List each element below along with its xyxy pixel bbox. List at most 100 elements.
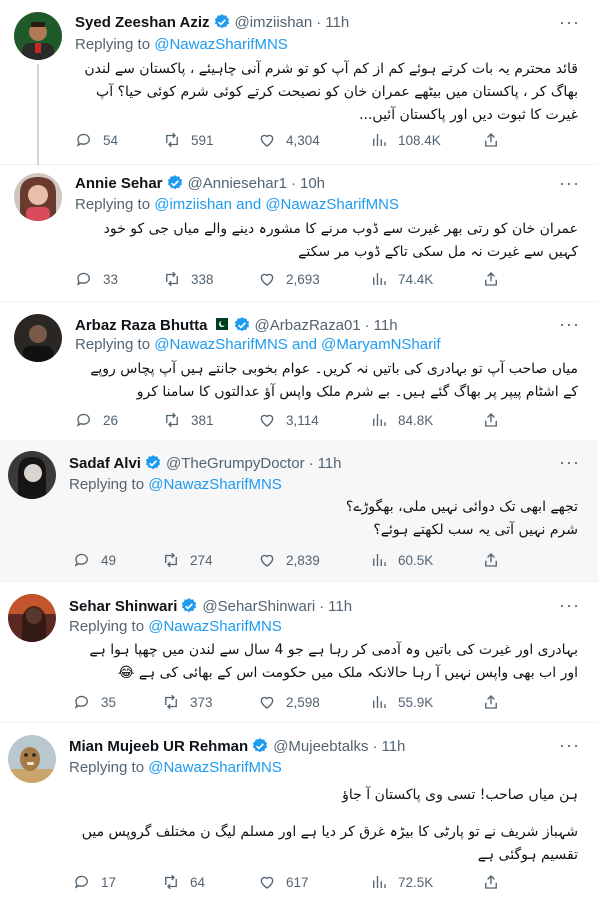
tweet-text: میاں صاحب آپ تو بہادری کی باتیں نہ کریں۔… [90, 361, 578, 400]
share-button[interactable] [482, 411, 510, 429]
mention-link[interactable]: @imziishan and @NawazSharifMNS [154, 196, 399, 213]
more-options-icon[interactable]: ··· [559, 735, 580, 756]
share-button[interactable] [482, 270, 510, 288]
avatar[interactable] [14, 314, 62, 362]
avatar[interactable] [8, 451, 56, 499]
retweet-button[interactable]: 373 [162, 693, 213, 711]
more-options-icon[interactable]: ··· [559, 314, 580, 335]
like-button[interactable]: 617 [258, 873, 309, 891]
retweet-button[interactable]: 64 [162, 873, 205, 891]
views-button[interactable]: 72.5K [370, 873, 433, 891]
tweet-arbaz-raza-bhutta[interactable]: Arbaz Raza Bhutta @ArbazRaza01 · 11h ···… [0, 302, 598, 441]
display-name[interactable]: Arbaz Raza Bhutta [75, 317, 208, 334]
speech-bubble-icon [74, 695, 88, 709]
more-options-icon[interactable]: ··· [559, 12, 580, 33]
avatar[interactable] [8, 594, 56, 642]
views-button[interactable]: 60.5K [370, 551, 433, 569]
timestamp[interactable]: 10h [300, 175, 325, 192]
user-handle[interactable]: @TheGrumpyDoctor [166, 455, 305, 472]
separator-dot: · [316, 13, 322, 31]
separator-dot: · [364, 316, 370, 334]
tweet-sadaf-alvi[interactable]: Sadaf Alvi @TheGrumpyDoctor · 11h ··· Re… [0, 441, 598, 582]
timestamp[interactable]: 11h [381, 738, 405, 755]
mention-link[interactable]: @NawazSharifMNS [148, 759, 282, 776]
timestamp[interactable]: 11h [318, 455, 342, 472]
mention-link[interactable]: @NawazSharifMNS [148, 618, 282, 635]
tweet-mian-mujeeb-ur-rehman[interactable]: Mian Mujeeb UR Rehman @Mujeebtalks · 11h… [0, 723, 598, 900]
speech-bubble-icon [76, 133, 90, 147]
verified-badge-icon [145, 455, 161, 470]
more-options-icon[interactable]: ··· [559, 452, 580, 473]
replying-to-label: Replying to [75, 336, 151, 353]
bar-chart-icon [373, 414, 386, 426]
user-handle[interactable]: @Mujeebtalks [273, 738, 368, 755]
tweet-text-line: شہباز شریف نے تو پارٹی کا بیڑہ غرق کر دی… [81, 824, 578, 863]
tweet-sehar-shinwari[interactable]: Sehar Shinwari @SeharShinwari · 11h ··· … [0, 582, 598, 723]
avatar[interactable] [14, 173, 62, 221]
mention-link[interactable]: @NawazSharifMNS and @MaryamNSharif [154, 336, 440, 353]
verified-badge-icon [234, 317, 249, 332]
like-button[interactable]: 2,693 [258, 270, 320, 288]
like-button[interactable]: 2,598 [258, 693, 320, 711]
reply-count: 35 [101, 694, 117, 710]
view-count: 74.4K [398, 271, 434, 287]
mention-link[interactable]: @NawazSharifMNS [154, 36, 288, 53]
heart-icon [260, 134, 274, 147]
display-name[interactable]: Mian Mujeeb UR Rehman [69, 738, 248, 755]
share-button[interactable] [482, 873, 510, 891]
reply-button[interactable]: 54 [75, 131, 118, 149]
share-button[interactable] [482, 131, 510, 149]
replying-to: Replying to @imziishan and @NawazSharifM… [75, 196, 399, 213]
retweet-button[interactable]: 381 [163, 411, 214, 429]
replying-to-label: Replying to [69, 618, 145, 635]
share-button[interactable] [482, 693, 510, 711]
retweet-button[interactable]: 274 [162, 551, 213, 569]
reply-count: 33 [103, 271, 119, 287]
reply-button[interactable]: 26 [75, 411, 118, 429]
user-handle[interactable]: @Anniesehar1 [188, 175, 287, 192]
action-bar: 49 274 2,839 60.5K [69, 548, 509, 572]
like-button[interactable]: 2,839 [258, 551, 320, 569]
reply-button[interactable]: 49 [73, 551, 116, 569]
like-button[interactable]: 4,304 [258, 131, 320, 149]
views-button[interactable]: 55.9K [370, 693, 433, 711]
display-name[interactable]: Sehar Shinwari [69, 598, 177, 615]
timestamp[interactable]: 11h [325, 14, 349, 31]
like-count: 3,114 [286, 412, 319, 428]
mention-link[interactable]: @NawazSharifMNS [148, 476, 282, 493]
reply-button[interactable]: 17 [73, 873, 116, 891]
timestamp[interactable]: 11h [374, 317, 398, 334]
more-options-icon[interactable]: ··· [559, 173, 580, 194]
reply-button[interactable]: 33 [75, 270, 118, 288]
tweet-text-line: تجھے ابھی تک دوائی نہیں ملی، بھگوڑے؟ [345, 499, 578, 515]
views-button[interactable]: 74.4K [370, 270, 433, 288]
timestamp[interactable]: 11h [328, 598, 352, 615]
display-name[interactable]: Annie Sehar [75, 175, 163, 192]
tweet-syed-zeeshan-aziz[interactable]: Syed Zeeshan Aziz @imziishan · 11h ··· R… [0, 0, 598, 165]
more-options-icon[interactable]: ··· [559, 595, 580, 616]
tweet-text: قائد محترم یہ بات کرتے ہوئے کم از کم آپ … [84, 61, 578, 123]
speech-bubble-icon [74, 553, 88, 567]
views-button[interactable]: 108.4K [370, 131, 441, 149]
action-bar: 17 64 617 72.5K [69, 870, 509, 894]
user-handle[interactable]: @SeharShinwari [202, 598, 315, 615]
retweet-button[interactable]: 338 [163, 270, 214, 288]
share-button[interactable] [482, 551, 510, 569]
bar-chart-icon [373, 876, 386, 888]
pakistan-flag-icon [211, 317, 228, 333]
reply-button[interactable]: 35 [73, 693, 116, 711]
avatar[interactable] [14, 12, 62, 60]
views-button[interactable]: 84.8K [370, 411, 433, 429]
avatar[interactable] [8, 735, 56, 783]
tweet-annie-sehar[interactable]: Annie Sehar @Anniesehar1 · 10h ··· Reply… [0, 165, 598, 302]
like-button[interactable]: 3,114 [258, 411, 319, 429]
display-name[interactable]: Syed Zeeshan Aziz [75, 14, 210, 31]
display-name[interactable]: Sadaf Alvi [69, 455, 141, 472]
retweet-button[interactable]: 591 [163, 131, 214, 149]
tweet-header: Sehar Shinwari @SeharShinwari · 11h [69, 595, 352, 617]
user-handle[interactable]: @ArbazRaza01 [255, 317, 361, 334]
view-count: 60.5K [398, 552, 434, 568]
user-handle[interactable]: @imziishan [235, 14, 313, 31]
view-count: 72.5K [398, 874, 434, 890]
verified-badge-icon [167, 175, 182, 190]
